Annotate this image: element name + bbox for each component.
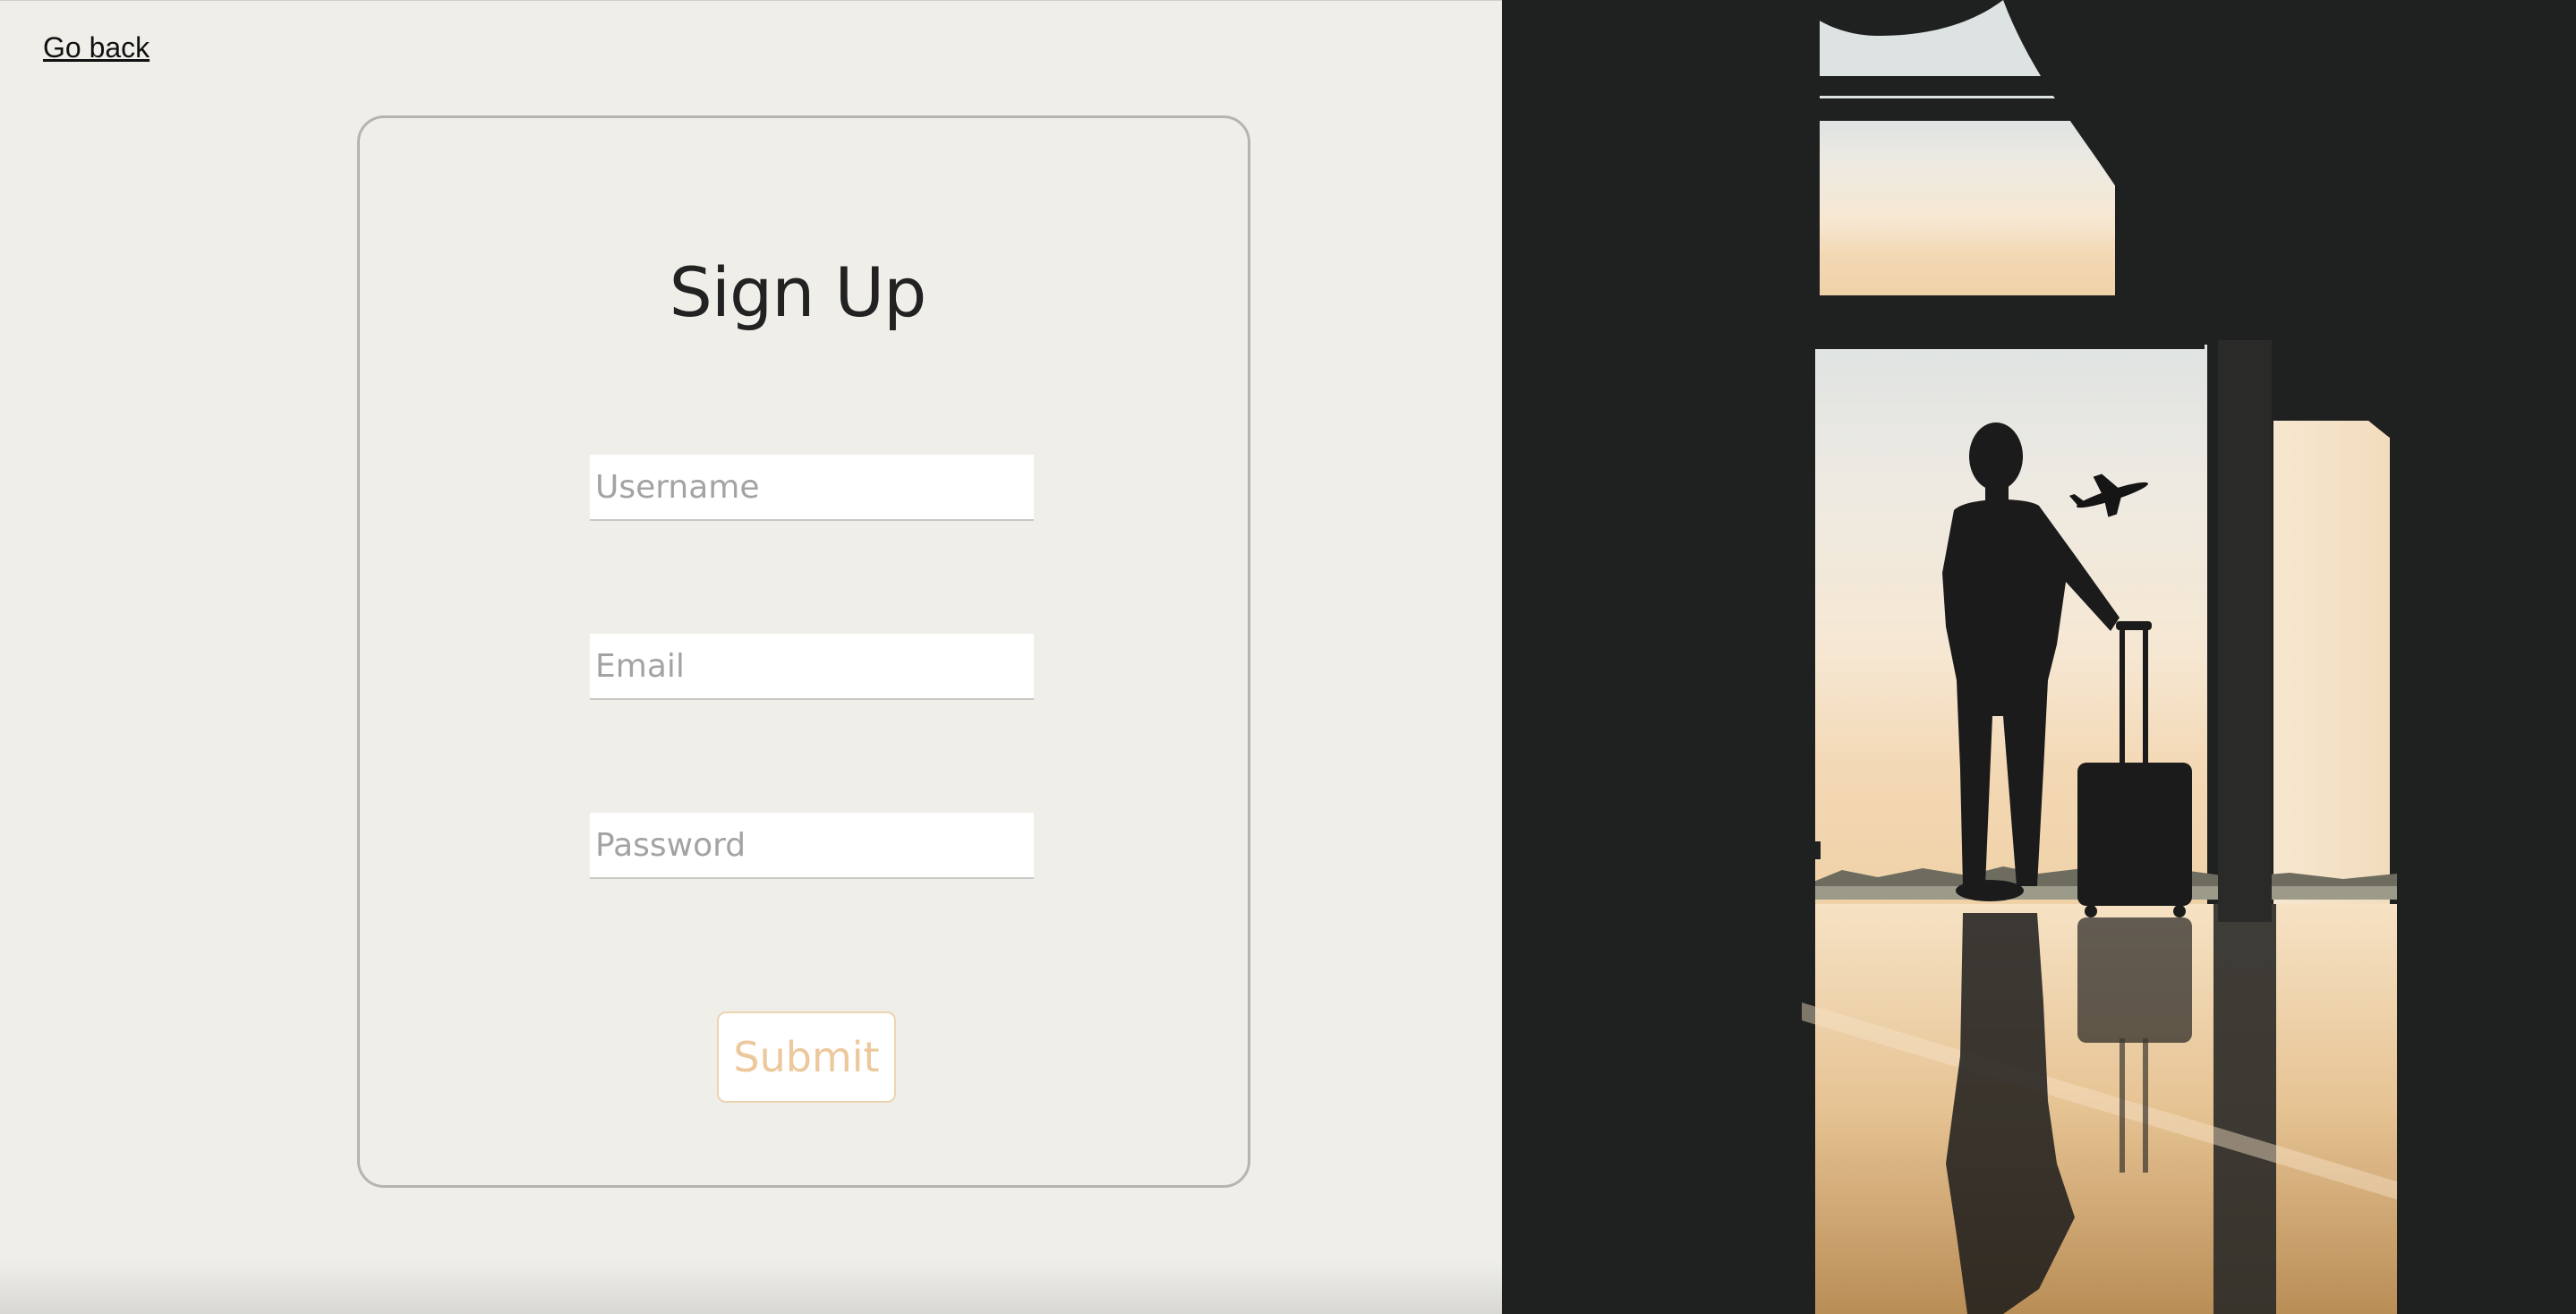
- go-back-link[interactable]: Go back: [43, 31, 149, 64]
- username-input[interactable]: [590, 455, 1034, 521]
- hero-illustration: [1502, 0, 2576, 1314]
- hero-image: [1502, 0, 2576, 1314]
- signup-card: Sign Up Submit: [357, 115, 1250, 1188]
- page-title: Sign Up: [669, 252, 927, 332]
- email-input[interactable]: [590, 634, 1034, 700]
- password-input[interactable]: [590, 813, 1034, 879]
- bottom-shadow: [0, 1260, 1502, 1314]
- signup-pane: Go back Sign Up Submit: [0, 0, 1502, 1314]
- submit-button[interactable]: Submit: [717, 1011, 896, 1103]
- signup-page: Go back Sign Up Submit: [0, 0, 2576, 1314]
